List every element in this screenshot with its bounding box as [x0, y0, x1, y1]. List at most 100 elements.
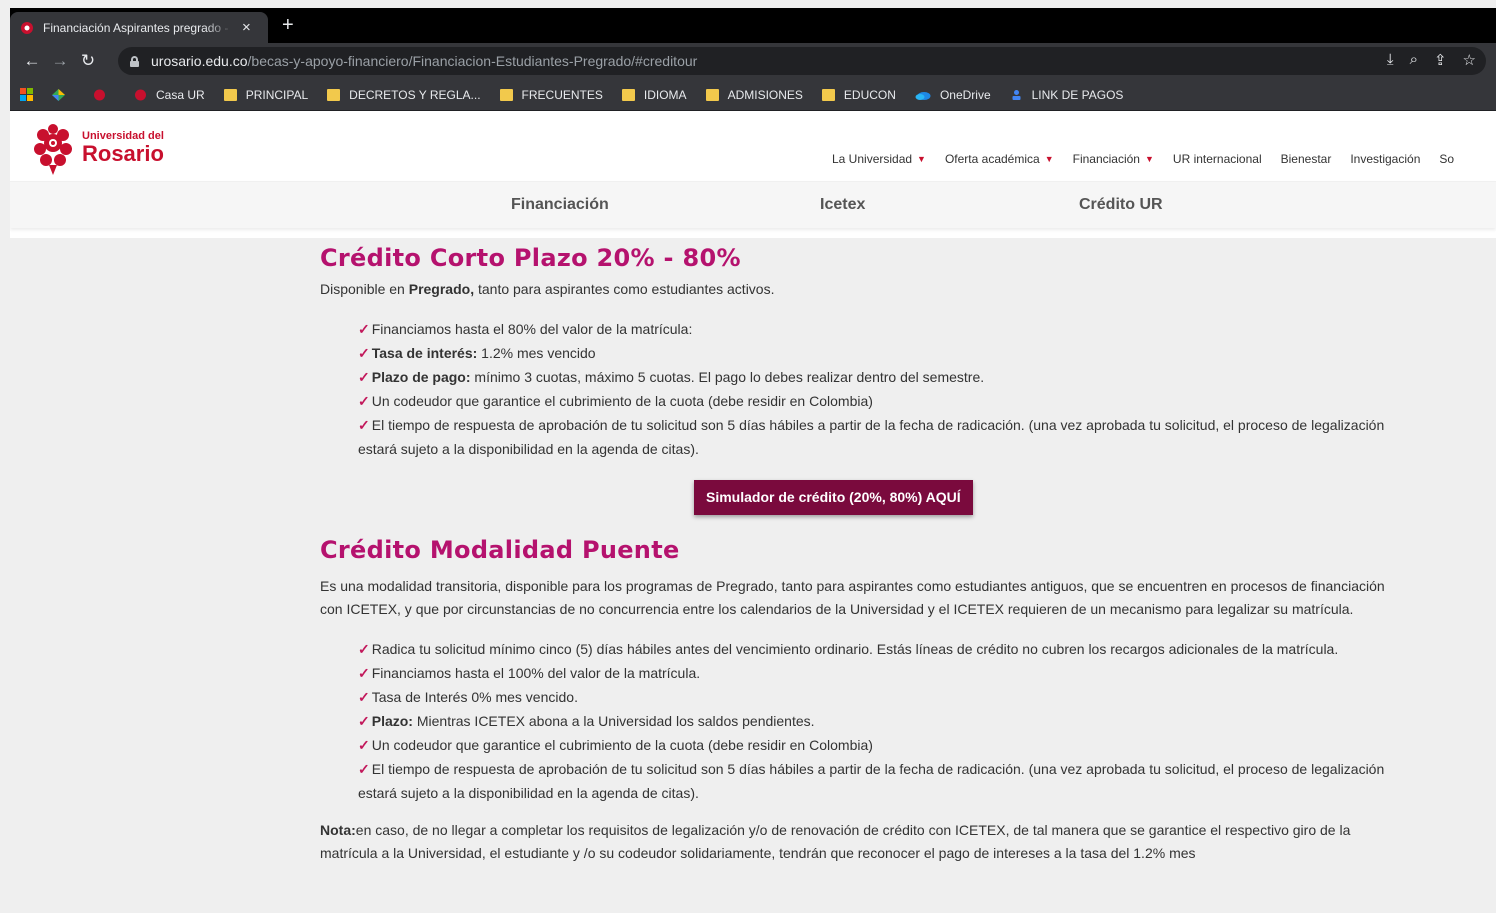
- ur-bookmark-icon: [135, 89, 146, 100]
- item-text: El tiempo de respuesta de aprobación de …: [358, 417, 1385, 457]
- zoom-icon[interactable]: ⌕: [1410, 51, 1418, 69]
- list-item: ✓ Plazo de pago: mínimo 3 cuotas, máximo …: [358, 365, 1400, 389]
- rosario-logo[interactable]: Universidad del Rosario: [32, 121, 164, 175]
- item-bold: Plazo:: [371, 713, 413, 729]
- subnav-financiacion[interactable]: Financiación: [511, 196, 609, 214]
- nav-financiacion[interactable]: Financiación ▼: [1073, 152, 1154, 166]
- subnav-icetex[interactable]: Icetex: [820, 196, 865, 214]
- list-item: ✓ Un codeudor que garantice el cubrimient…: [358, 733, 1400, 757]
- bookmark-folder-educon[interactable]: EDUCON: [821, 88, 896, 102]
- bookmark-label: Casa UR: [156, 87, 205, 102]
- check-icon: ✓: [358, 761, 370, 777]
- list-item: ✓ El tiempo de respuesta de aprobación de…: [358, 413, 1400, 461]
- bookmark-ur[interactable]: [93, 89, 115, 101]
- bookmark-colorful[interactable]: [52, 88, 74, 101]
- lock-icon[interactable]: [130, 55, 139, 67]
- section-credito-modalidad-puente: Crédito Modalidad Puente Es una modalida…: [320, 536, 1400, 865]
- browser-tab[interactable]: Financiación Aspirantes pregrado - Unive…: [10, 12, 268, 43]
- site-header: Universidad del Rosario La Universidad ▼ …: [10, 111, 1496, 181]
- credit-simulator-button[interactable]: Simulador de crédito (20%, 80%) AQUÍ: [694, 480, 973, 515]
- check-icon: ✓: [358, 417, 370, 433]
- item-text: Un codeudor que garantice el cubrimiento…: [371, 393, 873, 409]
- tab-close-icon[interactable]: ×: [242, 19, 251, 36]
- requirements-list: ✓ Radica tu solicitud mínimo cinco (5) dí…: [358, 637, 1400, 805]
- browser-toolbar: ← → ↻ urosario.edu.co/becas-y-apoyo-fina…: [10, 43, 1496, 79]
- note-bold: Nota:: [320, 822, 356, 838]
- bookmarks-bar: Casa UR PRINCIPAL DECRETOS Y REGLA... FR…: [10, 79, 1496, 111]
- nav-oferta-academica[interactable]: Oferta académica ▼: [945, 152, 1054, 166]
- bookmark-onedrive[interactable]: OneDrive: [915, 88, 991, 102]
- nav-label: Bienestar: [1280, 152, 1332, 166]
- intro-bold: Pregrado,: [408, 281, 475, 297]
- item-text: Radica tu solicitud mínimo cinco (5) día…: [371, 641, 1339, 657]
- subnav-credito-ur[interactable]: Crédito UR: [1079, 196, 1163, 214]
- back-icon[interactable]: ←: [18, 51, 46, 71]
- check-icon: ✓: [358, 345, 370, 361]
- item-text: Financiamos hasta el 80% del valor de la…: [371, 321, 693, 337]
- check-icon: ✓: [358, 665, 370, 681]
- folder-icon: [327, 88, 341, 101]
- item-text: Un codeudor que garantice el cubrimiento…: [371, 737, 873, 753]
- page-content: Crédito Corto Plazo 20% - 80% Disponible…: [10, 238, 1496, 913]
- bookmark-folder-decretos[interactable]: DECRETOS Y REGLA...: [327, 88, 481, 102]
- nav-la-universidad[interactable]: La Universidad ▼: [832, 152, 926, 166]
- check-icon: ✓: [358, 713, 370, 729]
- bookmark-casa-ur[interactable]: Casa UR: [134, 88, 205, 102]
- bookmark-link-pagos[interactable]: LINK DE PAGOS: [1010, 87, 1124, 102]
- url-host: urosario.edu.co: [151, 53, 248, 69]
- folder-icon: [499, 88, 513, 101]
- section-subnav: Financiación Icetex Crédito UR: [10, 181, 1496, 228]
- bookmark-folder-idioma[interactable]: IDIOMA: [621, 87, 687, 102]
- nav-investigacion[interactable]: Investigación: [1350, 152, 1420, 166]
- intro-text: tanto para aspirantes como estudiantes a…: [474, 281, 775, 297]
- list-item: ✓ Tasa de interés: 1.2% mes vencido: [358, 341, 1400, 365]
- folder-icon: [705, 88, 719, 101]
- nav-ur-internacional[interactable]: UR internacional: [1173, 152, 1262, 166]
- note-text: en caso, de no llegar a completar los re…: [320, 822, 1351, 861]
- bookmark-label: PRINCIPAL: [245, 87, 309, 102]
- rosario-emblem-icon: [34, 124, 72, 175]
- forward-icon[interactable]: →: [46, 51, 74, 71]
- list-item: ✓ Un codeudor que garantice el cubrimient…: [358, 389, 1400, 413]
- item-text: El tiempo de respuesta de aprobación de …: [358, 761, 1385, 801]
- address-bar[interactable]: urosario.edu.co/becas-y-apoyo-financiero…: [118, 47, 1486, 75]
- caret-down-icon: ▼: [1144, 154, 1154, 164]
- check-icon: ✓: [358, 393, 370, 409]
- logo-big-text: Rosario: [82, 141, 164, 166]
- bookmark-folder-admisiones[interactable]: ADMISIONES: [705, 87, 803, 102]
- nav-bienestar[interactable]: Bienestar: [1281, 152, 1332, 166]
- url-path: /becas-y-apoyo-financiero/Financiacion-E…: [247, 53, 698, 69]
- item-text: mínimo 3 cuotas, máximo 5 cuotas. El pag…: [470, 369, 985, 385]
- button-label-bold: AQUÍ: [925, 489, 961, 505]
- section-intro: Disponible en Pregrado, tanto para aspir…: [320, 278, 1400, 301]
- colorful-bookmark-icon: [52, 88, 65, 101]
- apps-icon: [20, 88, 33, 101]
- star-icon[interactable]: ☆: [1463, 51, 1476, 69]
- reload-icon[interactable]: ↻: [74, 51, 102, 71]
- caret-down-icon: ▼: [917, 154, 926, 164]
- share-icon[interactable]: ⇪: [1434, 51, 1447, 69]
- nav-label: UR internacional: [1172, 152, 1262, 166]
- bookmark-label: LINK DE PAGOS: [1031, 87, 1124, 102]
- check-icon: ✓: [358, 369, 370, 385]
- nav-label: Financiación: [1072, 152, 1140, 166]
- bookmark-label: ADMISIONES: [727, 87, 803, 102]
- list-item: ✓ El tiempo de respuesta de aprobación de…: [358, 757, 1400, 805]
- bookmark-folder-frecuentes[interactable]: FRECUENTES: [499, 88, 603, 102]
- nav-label: Oferta académica: [944, 152, 1040, 166]
- intro-text: Disponible en: [320, 281, 409, 297]
- bookmark-label: IDIOMA: [643, 87, 687, 102]
- bookmark-apps[interactable]: [20, 88, 33, 101]
- bookmark-folder-principal[interactable]: PRINCIPAL: [223, 87, 309, 102]
- browser-window: Financiación Aspirantes pregrado - Unive…: [10, 8, 1496, 913]
- list-item: ✓ Plazo: Mientras ICETEX abona a la Unive…: [358, 709, 1400, 733]
- person-icon: [1012, 89, 1021, 100]
- item-text: 1.2% mes vencido: [477, 345, 596, 361]
- list-item: ✓ Financiamos hasta el 100% del valor de …: [358, 661, 1400, 685]
- nav-truncated[interactable]: So: [1439, 152, 1454, 166]
- tab-strip: Financiación Aspirantes pregrado - Unive…: [10, 8, 1496, 43]
- new-tab-button[interactable]: +: [282, 14, 294, 37]
- check-icon: ✓: [358, 641, 370, 657]
- install-icon[interactable]: ⤓: [1387, 51, 1394, 69]
- main-navigation: La Universidad ▼ Oferta académica ▼ Financ…: [832, 152, 1473, 166]
